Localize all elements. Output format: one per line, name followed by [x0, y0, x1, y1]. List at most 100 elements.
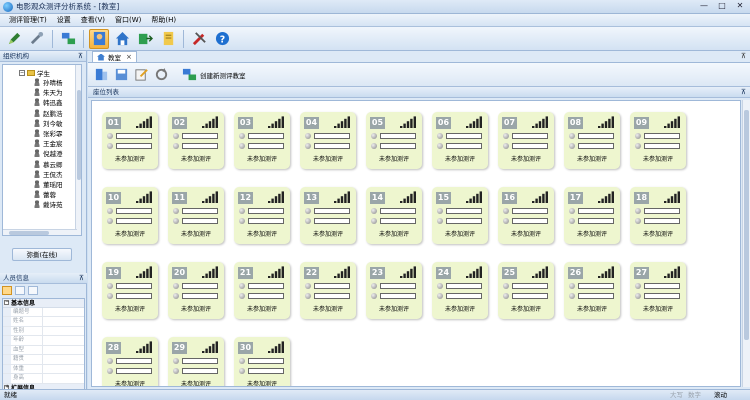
seat-card[interactable]: 09 未参加测评	[630, 112, 686, 169]
pin-icon[interactable]: ⊼	[741, 52, 746, 60]
property-row[interactable]: 血型	[3, 345, 84, 356]
property-row[interactable]: 姓名	[3, 317, 84, 327]
seat-field	[314, 293, 350, 299]
seat-card[interactable]: 02 未参加测评	[168, 112, 224, 169]
seat-card[interactable]: 05 未参加测评	[366, 112, 422, 169]
tree-item-student[interactable]: 倪越澄	[33, 148, 63, 158]
tools-button[interactable]	[27, 29, 47, 49]
seat-status: 未参加测评	[180, 306, 211, 313]
seat-card[interactable]: 27 未参加测评	[630, 262, 686, 319]
seat-card[interactable]: 12 未参加测评	[234, 187, 290, 244]
seat-card[interactable]: 25 未参加测评	[498, 262, 554, 319]
seat-card[interactable]: 21 未参加测评	[234, 262, 290, 319]
create-classroom-button[interactable]: 创建新测评教室	[178, 66, 250, 84]
online-status-button[interactable]: 弥撕(在线)	[12, 248, 72, 261]
seat-card[interactable]: 16 未参加测评	[498, 187, 554, 244]
settings-button[interactable]	[189, 29, 209, 49]
scroll-thumb[interactable]	[9, 231, 49, 235]
seat-card[interactable]: 06 未参加测评	[432, 112, 488, 169]
seat-card[interactable]: 04 未参加测评	[300, 112, 356, 169]
seat-card[interactable]: 03 未参加测评	[234, 112, 290, 169]
classroom-toolbar: 创建新测评教室	[88, 63, 750, 87]
menu-evaluation[interactable]: 测评管理(T)	[4, 15, 52, 25]
tree-item-student[interactable]: 王金宸	[33, 138, 63, 148]
tree-item-student[interactable]: 朱天为	[33, 87, 63, 97]
property-row[interactable]: 籍贯	[3, 355, 84, 365]
seat-card[interactable]: 23 未参加测评	[366, 262, 422, 319]
seat-card[interactable]: 11 未参加测评	[168, 187, 224, 244]
help-button[interactable]: ?	[212, 29, 232, 49]
tab-classroom[interactable]: 教室 ×	[92, 51, 137, 62]
collapse-icon[interactable]: −	[19, 70, 25, 76]
seat-card[interactable]: 20 未参加测评	[168, 262, 224, 319]
tree-item-student[interactable]: 蕾蓉	[33, 189, 63, 199]
indicator-icon	[239, 368, 245, 374]
tree-item-student[interactable]: 慕云卿	[33, 159, 63, 169]
network-button[interactable]	[58, 29, 78, 49]
save-button[interactable]	[112, 66, 130, 84]
tree-item-student[interactable]: 韩迅鑫	[33, 97, 63, 107]
seat-card[interactable]: 26 未参加测评	[564, 262, 620, 319]
seat-card[interactable]: 17 未参加测评	[564, 187, 620, 244]
seat-vertical-scrollbar[interactable]	[742, 100, 750, 387]
seat-card[interactable]: 24 未参加测评	[432, 262, 488, 319]
seat-card[interactable]: 30 未参加测评	[234, 337, 290, 386]
tree-item-student[interactable]: 董瑶阳	[33, 179, 63, 189]
close-icon[interactable]: ×	[126, 53, 132, 61]
tree-item-student[interactable]: 刘今敏	[33, 118, 63, 128]
seat-card[interactable]: 14 未参加测评	[366, 187, 422, 244]
seat-card[interactable]: 22 未参加测评	[300, 262, 356, 319]
property-row[interactable]: 体重	[3, 364, 84, 375]
sort-alpha-icon[interactable]	[15, 286, 25, 295]
minimize-button[interactable]: —	[696, 1, 712, 12]
pin-icon[interactable]: ⊼	[79, 273, 84, 283]
pin-icon[interactable]: ⊼	[78, 51, 83, 61]
property-label: 性别	[11, 326, 43, 336]
signal-strength-icon	[334, 191, 350, 203]
menu-help[interactable]: 帮助(H)	[146, 15, 181, 25]
seat-card[interactable]: 15 未参加测评	[432, 187, 488, 244]
collapse-icon[interactable]: −	[4, 300, 9, 306]
tree-vertical-scrollbar[interactable]	[75, 65, 81, 235]
property-row[interactable]: 年龄	[3, 336, 84, 346]
seat-field	[578, 293, 614, 299]
menu-window[interactable]: 窗口(W)	[110, 15, 146, 25]
tree-horizontal-scrollbar[interactable]	[3, 229, 77, 235]
seat-card[interactable]: 19 未参加测评	[102, 262, 158, 319]
tree-item-student[interactable]: 赵鹏浩	[33, 108, 63, 118]
home-button[interactable]	[112, 29, 132, 49]
seat-card[interactable]: 13 未参加测评	[300, 187, 356, 244]
menu-view[interactable]: 查看(V)	[76, 15, 110, 25]
seat-card[interactable]: 08 未参加测评	[564, 112, 620, 169]
open-button[interactable]	[92, 66, 110, 84]
pen-tool-button[interactable]	[4, 29, 24, 49]
category-basic[interactable]: − 基本信息	[3, 299, 84, 308]
property-pages-icon[interactable]	[28, 286, 38, 295]
edit-button[interactable]	[132, 66, 150, 84]
pin-icon[interactable]: ⊼	[741, 87, 746, 97]
indicator-icon	[503, 133, 509, 139]
categorized-view-icon[interactable]	[2, 286, 12, 295]
maximize-button[interactable]: □	[714, 1, 730, 12]
scroll-thumb[interactable]	[77, 90, 81, 180]
refresh-button[interactable]	[152, 66, 170, 84]
seat-card[interactable]: 29 未参加测评	[168, 337, 224, 386]
scroll-thumb[interactable]	[744, 110, 749, 340]
tree-item-student[interactable]: 孙晴杨	[33, 77, 63, 87]
seat-field	[182, 293, 218, 299]
seat-card[interactable]: 18 未参加测评	[630, 187, 686, 244]
close-button[interactable]: ✕	[732, 1, 748, 12]
seat-card[interactable]: 28 未参加测评	[102, 337, 158, 386]
tree-item-student[interactable]: 王侃杰	[33, 169, 63, 179]
document-button[interactable]	[158, 29, 178, 49]
seat-card[interactable]: 10 未参加测评	[102, 187, 158, 244]
tree-item-student[interactable]: 张彩霏	[33, 128, 63, 138]
export-button[interactable]	[135, 29, 155, 49]
seat-card[interactable]: 01 未参加测评	[102, 112, 158, 169]
tree-item-student[interactable]: 戴诗苑	[33, 199, 63, 209]
seat-card[interactable]: 07 未参加测评	[498, 112, 554, 169]
property-row[interactable]: 编题号	[3, 307, 84, 318]
property-row[interactable]: 性别	[3, 326, 84, 337]
user-button[interactable]	[89, 28, 109, 49]
menu-settings[interactable]: 设置	[52, 15, 76, 25]
